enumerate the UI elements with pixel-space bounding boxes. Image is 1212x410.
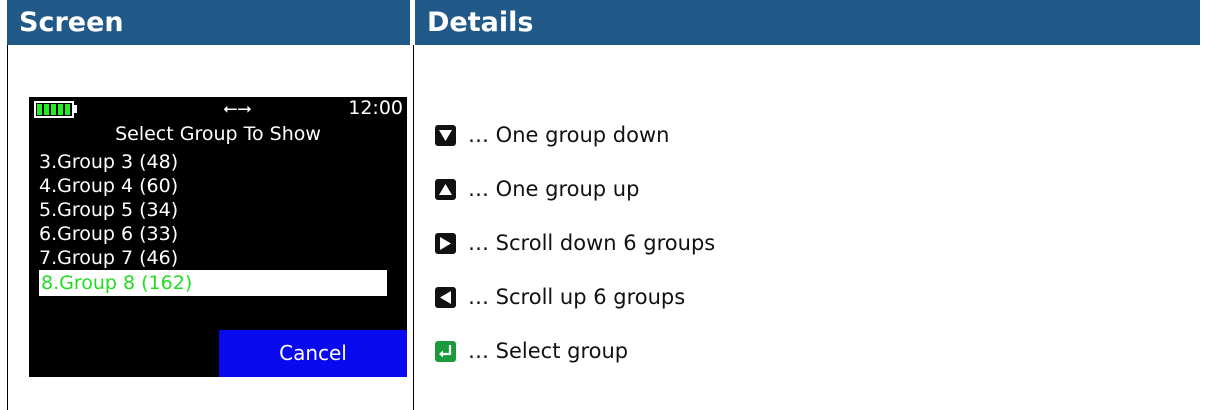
- detail-item: … One group down: [435, 108, 715, 162]
- group-item[interactable]: 6.Group 6 (33): [39, 222, 387, 246]
- screen-column-header: Screen: [7, 0, 410, 45]
- arrow-left-key-icon: [435, 286, 456, 308]
- group-item[interactable]: 5.Group 5 (34): [39, 198, 387, 222]
- detail-text: … Select group: [468, 339, 629, 363]
- group-item[interactable]: 3.Group 3 (48): [39, 150, 387, 174]
- table-left-border: [7, 45, 8, 410]
- detail-item: … One group up: [435, 162, 715, 216]
- details-column-header: Details: [415, 0, 1200, 45]
- group-item-selected[interactable]: 8.Group 8 (162): [39, 270, 387, 296]
- arrow-down-key-icon: [435, 124, 456, 146]
- detail-text: … One group up: [468, 177, 640, 201]
- help-table: Screen Details ⭠⭢ 12:00 Select Group To …: [7, 0, 1200, 410]
- group-item[interactable]: 7.Group 7 (46): [39, 246, 387, 270]
- enter-key-icon: [435, 340, 456, 362]
- detail-text: … One group down: [468, 123, 670, 147]
- group-item[interactable]: 4.Group 4 (60): [39, 174, 387, 198]
- detail-item: … Scroll up 6 groups: [435, 270, 715, 324]
- arrow-right-key-icon: [435, 232, 456, 254]
- battery-icon: [34, 101, 74, 118]
- detail-text: … Scroll down 6 groups: [468, 231, 716, 255]
- detail-text: … Scroll up 6 groups: [468, 285, 686, 309]
- key-details-list: … One group down … One group up … Scroll…: [435, 108, 715, 378]
- screen-header-label: Screen: [19, 7, 124, 38]
- battery-tip: [74, 105, 77, 113]
- cancel-button[interactable]: Cancel: [219, 330, 407, 377]
- detail-item: … Select group: [435, 324, 715, 378]
- details-header-label: Details: [427, 7, 534, 38]
- usb-icon: ⭠⭢: [223, 98, 252, 119]
- arrow-up-key-icon: [435, 178, 456, 200]
- detail-item: … Scroll down 6 groups: [435, 216, 715, 270]
- clock: 12:00: [348, 97, 403, 119]
- group-list: 3.Group 3 (48) 4.Group 4 (60) 5.Group 5 …: [39, 150, 387, 296]
- device-screen: ⭠⭢ 12:00 Select Group To Show 3.Group 3 …: [29, 97, 407, 377]
- table-column-divider: [413, 45, 414, 410]
- screen-title: Select Group To Show: [115, 123, 321, 145]
